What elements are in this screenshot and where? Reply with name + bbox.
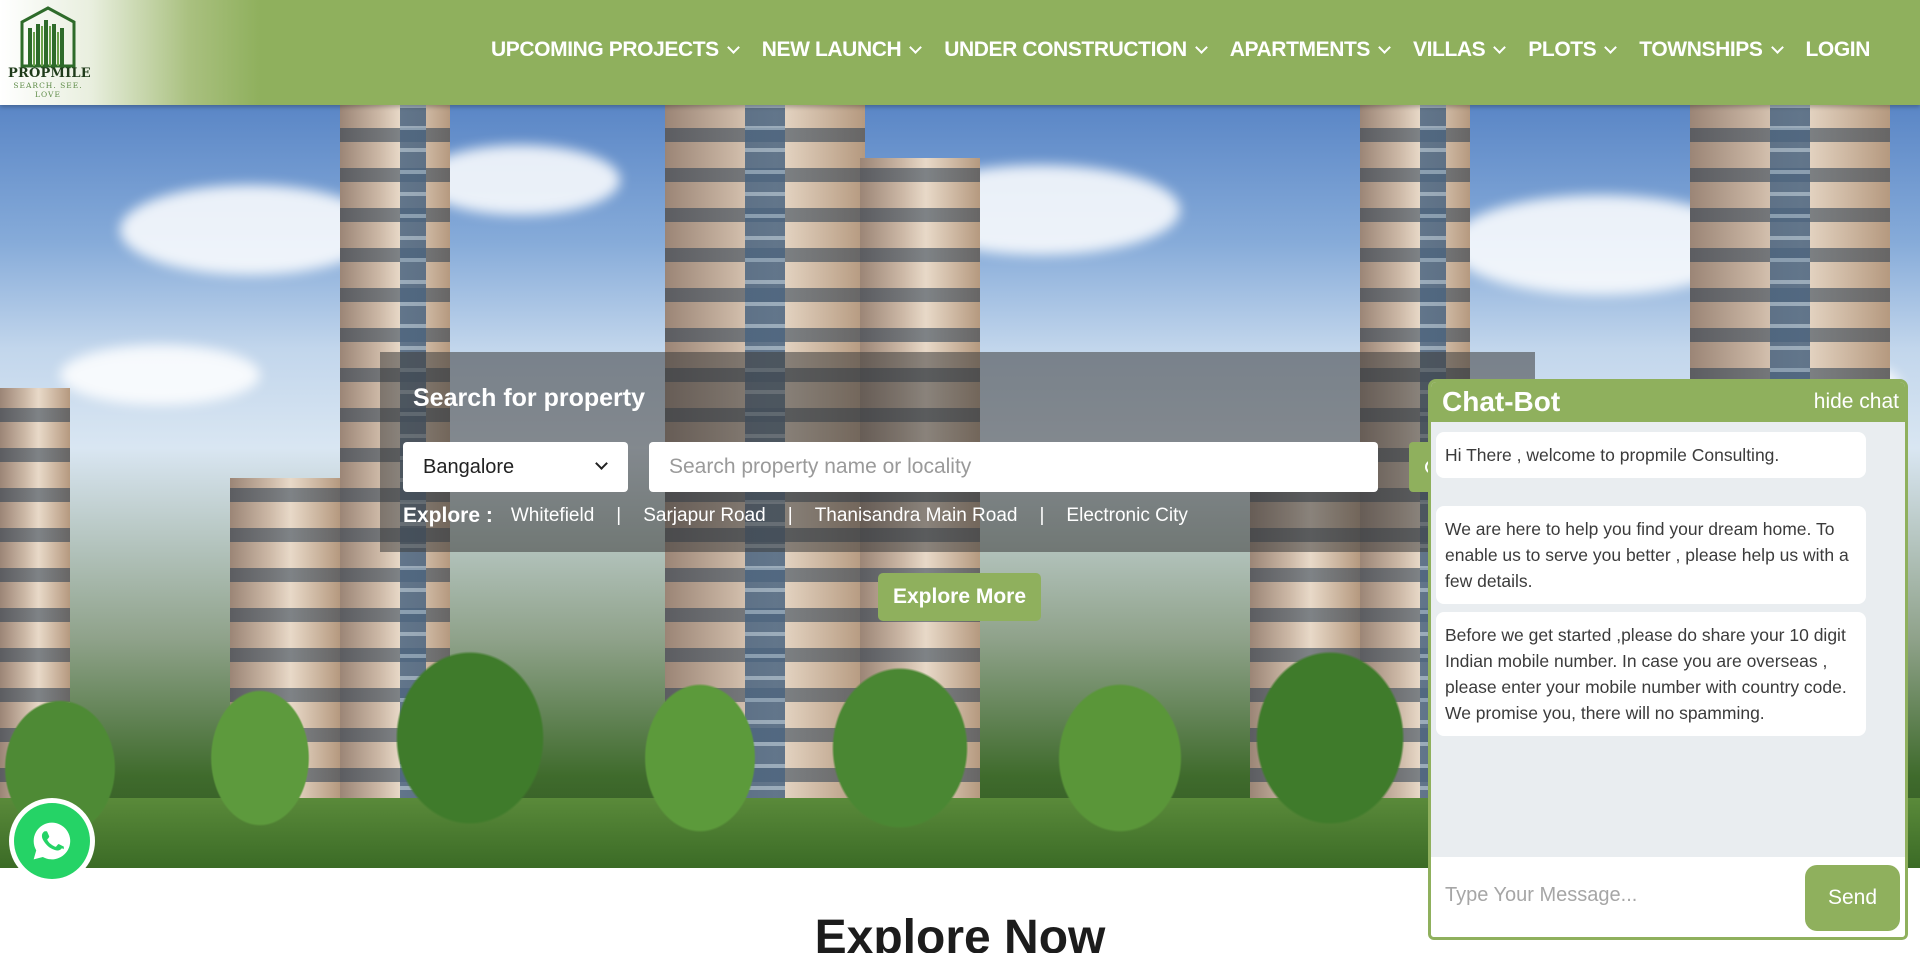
chatbot-title: Chat-Bot	[1442, 386, 1561, 417]
nav-apartments[interactable]: APARTMENTS	[1229, 38, 1391, 62]
nav-new-launch[interactable]: NEW LAUNCH	[761, 38, 923, 62]
whatsapp-button[interactable]	[9, 798, 95, 884]
explore-links: Explore : Whitefield | Sarjapur Road | T…	[403, 504, 1188, 528]
explore-more-button[interactable]: Explore More	[878, 573, 1041, 621]
brand-name: PROPMILE	[8, 66, 91, 81]
city-select-value: Bangalore	[423, 455, 515, 478]
chevron-down-icon	[1194, 41, 1208, 54]
chat-message: We are here to help you find your dream …	[1436, 506, 1866, 604]
building-logo-icon	[20, 6, 76, 68]
main-nav: UPCOMING PROJECTS NEW LAUNCH UNDER CONST…	[467, 38, 1870, 62]
separator: |	[1039, 505, 1045, 526]
nav-upcoming-projects[interactable]: UPCOMING PROJECTS	[491, 38, 740, 62]
separator: |	[787, 505, 793, 526]
cloud	[420, 145, 620, 215]
chat-message: Hi There , welcome to propmile Consultin…	[1436, 432, 1866, 478]
separator: |	[616, 505, 622, 526]
nav-label: TOWNSHIPS	[1639, 38, 1763, 61]
nav-login[interactable]: LOGIN	[1806, 38, 1871, 62]
hide-chat-button[interactable]: hide chat	[1814, 390, 1899, 414]
search-panel: Search for property Bangalore Explore : …	[380, 352, 1535, 552]
chevron-down-icon	[909, 41, 923, 54]
nav-label: LOGIN	[1805, 38, 1871, 61]
nav-townships[interactable]: TOWNSHIPS	[1639, 38, 1784, 62]
site-header: PROPMILE SEARCH. SEE. LOVE UPCOMING PROJ…	[0, 0, 1920, 105]
search-title: Search for property	[413, 384, 646, 412]
brand-tagline: SEARCH. SEE. LOVE	[13, 81, 83, 99]
nav-villas[interactable]: VILLAS	[1413, 38, 1507, 62]
nav-label: PLOTS	[1528, 38, 1597, 61]
explore-link-electronic-city[interactable]: Electronic City	[1066, 505, 1187, 527]
city-select[interactable]: Bangalore	[403, 442, 628, 492]
nav-plots[interactable]: PLOTS	[1528, 38, 1618, 62]
chat-message: Before we get started ,please do share y…	[1436, 612, 1866, 736]
chat-message-input[interactable]	[1445, 873, 1785, 917]
cloud	[60, 345, 260, 405]
nav-under-construction[interactable]: UNDER CONSTRUCTION	[944, 38, 1208, 62]
chatbot-panel: Chat-Bot hide chat Hi There , welcome to…	[1428, 379, 1908, 940]
chevron-down-icon	[1770, 41, 1784, 54]
explore-label: Explore :	[403, 504, 493, 527]
nav-label: NEW LAUNCH	[761, 38, 902, 61]
chevron-down-icon	[1493, 41, 1507, 54]
nav-label: VILLAS	[1413, 38, 1486, 61]
chatbot-header: Chat-Bot hide chat	[1431, 382, 1905, 422]
chat-footer: Send	[1431, 857, 1905, 937]
search-input[interactable]	[649, 442, 1378, 492]
nav-label: APARTMENTS	[1229, 38, 1371, 61]
chevron-down-icon	[726, 41, 740, 54]
nav-label: UNDER CONSTRUCTION	[944, 38, 1187, 61]
chevron-down-icon	[1604, 41, 1618, 54]
propmile-logo[interactable]: PROPMILE SEARCH. SEE. LOVE	[8, 6, 91, 99]
explore-link-thanisandra-main-road[interactable]: Thanisandra Main Road	[815, 505, 1018, 527]
explore-link-sarjapur-road[interactable]: Sarjapur Road	[643, 505, 766, 527]
chevron-down-icon	[1378, 41, 1391, 54]
send-button[interactable]: Send	[1805, 865, 1900, 931]
chevron-down-icon	[595, 457, 608, 470]
nav-label: UPCOMING PROJECTS	[491, 38, 719, 61]
explore-link-whitefield[interactable]: Whitefield	[511, 505, 594, 527]
whatsapp-icon	[14, 803, 90, 879]
